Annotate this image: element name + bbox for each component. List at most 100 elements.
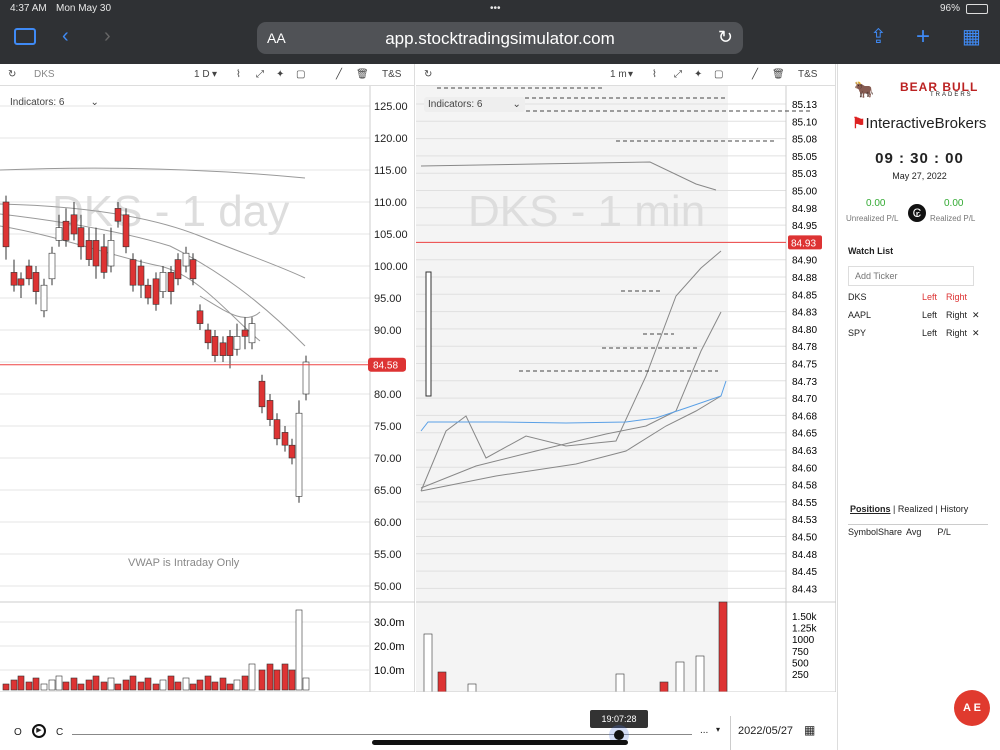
watch-row[interactable]: DKS Left Right <box>848 292 993 310</box>
symbol-input[interactable]: DKS <box>34 69 55 80</box>
watch-symbol[interactable]: AAPL <box>848 310 871 320</box>
fullscreen-icon[interactable]: ⤢ <box>256 69 264 80</box>
volume-bar <box>437 671 447 692</box>
refresh-icon[interactable]: ↻ <box>424 69 432 80</box>
volume-bar <box>204 675 212 691</box>
volume-bar <box>288 669 296 691</box>
speed-select[interactable]: ... <box>700 725 708 736</box>
candle-body <box>25 265 33 280</box>
twitter-icon[interactable]: ✦ <box>694 69 702 80</box>
chevron-down-icon: ⌄ <box>90 97 99 108</box>
left-button[interactable]: Left <box>922 292 937 302</box>
price-tick-label: 84.43 <box>792 584 817 595</box>
calendar-icon[interactable]: ▦ <box>804 723 815 737</box>
volume-bar <box>122 679 130 691</box>
window-icon[interactable]: ▢ <box>296 69 305 80</box>
play-icon[interactable]: ▶ <box>32 724 46 738</box>
indicators-dropdown[interactable]: Indicators: 6 ⌄ <box>10 97 99 108</box>
remove-icon[interactable]: ✕ <box>972 328 980 339</box>
add-ticker-input[interactable] <box>848 266 974 286</box>
candle-body <box>100 246 108 273</box>
twitter-icon[interactable]: ✦ <box>276 69 284 80</box>
plot-area <box>0 86 370 692</box>
volume-bar <box>152 683 160 691</box>
price-tick-label: 84.53 <box>792 515 817 526</box>
tabs-grid-icon[interactable]: ▦ <box>962 24 981 49</box>
trash-icon[interactable]: 🗑 <box>356 69 369 80</box>
currency-icon[interactable]: ₢ <box>908 204 926 222</box>
candle-body <box>182 252 190 267</box>
volume-bar <box>62 681 70 691</box>
price-tick-label: 115.00 <box>374 165 407 177</box>
playback-c[interactable]: C <box>56 727 63 738</box>
watch-symbol[interactable]: SPY <box>848 328 866 338</box>
price-tick-label: 84.55 <box>792 498 817 509</box>
window-icon[interactable]: ▢ <box>714 69 723 80</box>
volume-bar <box>174 681 182 691</box>
positions-header: SymbolShare Avg P/L <box>848 524 988 537</box>
time-and-sales-button[interactable]: T&S <box>382 69 401 80</box>
left-button[interactable]: Left <box>922 310 937 320</box>
watch-symbol[interactable]: DKS <box>848 292 867 302</box>
volume-bar <box>129 675 137 691</box>
volume-bar <box>159 679 167 691</box>
timeline-slider[interactable] <box>72 734 692 735</box>
tab-positions[interactable]: Positions <box>850 504 891 514</box>
volume-bar <box>10 679 18 691</box>
refresh-icon[interactable]: ↻ <box>8 69 16 80</box>
volume-bar <box>70 677 78 691</box>
price-tick-label: 84.50 <box>792 533 817 544</box>
multitask-dots[interactable]: ••• <box>490 3 501 14</box>
sidebar-toggle-icon[interactable] <box>14 28 36 45</box>
indicators-dropdown[interactable]: Indicators: 6 ⌄ <box>424 97 525 112</box>
date-field[interactable]: 2022/05/27 <box>738 725 793 737</box>
price-tick-label: 84.60 <box>792 463 817 474</box>
price-tick-label: 85.08 <box>792 135 817 146</box>
minute-line-chart: 85.13 85.10 85.08 85.05 85.03 85.00 84.98 84.95… <box>416 86 836 692</box>
draw-line-icon[interactable]: ╱ <box>752 69 758 80</box>
interval-select[interactable]: 1 D <box>194 69 210 80</box>
chevron-down-icon[interactable]: ▾ <box>212 69 217 80</box>
line-chart-icon[interactable]: ⌇ <box>652 69 657 80</box>
candle-body <box>159 272 167 292</box>
chevron-down-icon[interactable]: ▾ <box>716 725 720 734</box>
tab-history[interactable]: History <box>940 504 968 514</box>
timeline-handle[interactable] <box>614 730 624 740</box>
back-icon[interactable]: ‹ <box>62 25 69 48</box>
col-pl: P/L <box>937 527 951 537</box>
left-button[interactable]: Left <box>922 328 937 338</box>
home-indicator <box>372 740 628 745</box>
remove-icon[interactable]: ✕ <box>972 310 980 321</box>
right-button[interactable]: Right <box>946 310 967 320</box>
volume-bar <box>266 663 274 691</box>
chevron-down-icon[interactable]: ▾ <box>628 69 633 80</box>
new-tab-icon[interactable]: + <box>916 23 930 51</box>
forward-icon[interactable]: › <box>104 25 111 48</box>
tab-realized[interactable]: Realized <box>898 504 933 514</box>
share-icon[interactable]: ⇪ <box>870 24 887 49</box>
price-tick-label: 125.00 <box>374 101 408 113</box>
interactive-brokers-logo: ⚑InteractiveBrokers <box>852 115 987 132</box>
minute-chart-toolbar: ↻ 1 m ▾ ⌇ ⤢ ✦ ▢ ╱ 🗑 T&S <box>416 64 835 86</box>
avatar[interactable]: A E <box>954 690 990 726</box>
trash-icon[interactable]: 🗑 <box>772 69 785 80</box>
watch-row[interactable]: SPY Left Right ✕ <box>848 328 993 346</box>
playback-o[interactable]: O <box>14 727 22 738</box>
status-date: Mon May 30 <box>56 3 112 14</box>
watch-row[interactable]: AAPL Left Right ✕ <box>848 310 993 328</box>
interval-select[interactable]: 1 m <box>610 69 627 80</box>
time-and-sales-button[interactable]: T&S <box>798 69 817 80</box>
right-button[interactable]: Right <box>946 328 967 338</box>
draw-line-icon[interactable]: ╱ <box>336 69 342 80</box>
chart-watermark: DKS - 1 day <box>52 187 289 236</box>
candle-body <box>152 278 160 305</box>
col-symbol: Symbol <box>848 527 879 537</box>
candle-body <box>248 323 256 344</box>
minute-chart-panel: ↻ 1 m ▾ ⌇ ⤢ ✦ ▢ ╱ 🗑 T&S 85.13 85.10 85.08 8… <box>416 64 836 692</box>
right-button[interactable]: Right <box>946 292 967 302</box>
address-bar[interactable]: AA app.stocktradingsimulator.com ↻ <box>257 22 743 54</box>
fullscreen-icon[interactable]: ⤢ <box>674 69 682 80</box>
line-chart-icon[interactable]: ⌇ <box>236 69 241 80</box>
volume-bar <box>48 679 56 691</box>
reload-icon[interactable]: ↻ <box>718 27 733 48</box>
